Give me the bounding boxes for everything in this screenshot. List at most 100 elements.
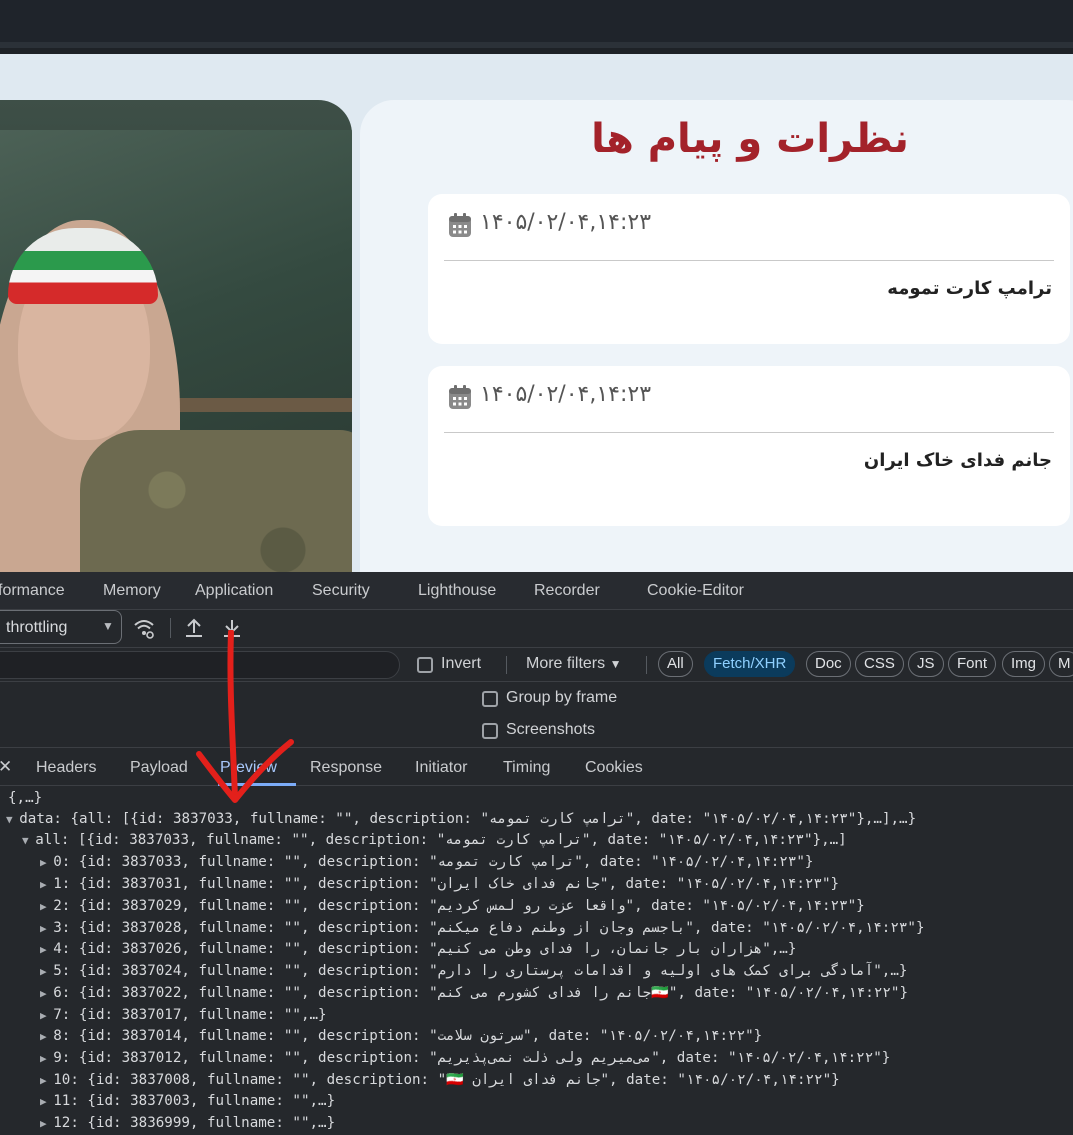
tab-headers[interactable]: Headers xyxy=(36,759,96,777)
json-text: 11: {id: 3837003, fullname: "",…} xyxy=(53,1093,336,1109)
more-filters-label: More filters xyxy=(526,655,606,672)
expand-toggle-icon: ▶ xyxy=(40,1009,54,1022)
tab-performance[interactable]: formance xyxy=(0,582,65,600)
tab-recorder[interactable]: Recorder xyxy=(534,582,600,600)
throttling-label: throttling xyxy=(6,619,68,636)
filter-chip-all[interactable]: All xyxy=(658,651,693,677)
json-node[interactable]: ▶ 12: {id: 3836999, fullname: "",…} xyxy=(40,1115,335,1135)
filter-chip-img[interactable]: Img xyxy=(1002,651,1046,677)
json-text: 10: {id: 3837008, fullname: "", descript… xyxy=(53,1072,840,1088)
expand-toggle-icon: ▼ xyxy=(6,813,20,826)
tab-cookies[interactable]: Cookies xyxy=(585,759,643,777)
browser-top-bar xyxy=(0,0,1073,48)
json-text: 5: {id: 3837024, fullname: "", descripti… xyxy=(53,963,908,979)
tab-cookie-editor[interactable]: Cookie-Editor xyxy=(647,582,744,600)
filter-chip-css[interactable]: CSS xyxy=(855,651,904,677)
json-root-line[interactable]: {,…} xyxy=(8,790,42,811)
json-text: 6: {id: 3837022, fullname: "", descripti… xyxy=(53,985,909,1001)
message-text: جانم فدای خاک ایران xyxy=(863,450,1052,471)
divider xyxy=(444,432,1054,433)
throttling-select[interactable]: throttling ▼ xyxy=(0,610,122,644)
devtools-panel: formance Memory Application Security Lig… xyxy=(0,572,1073,1135)
json-node[interactable]: ▶ 3: {id: 3837028, fullname: "", descrip… xyxy=(40,920,925,941)
group-by-frame-label: Group by frame xyxy=(506,689,618,706)
json-text: 3: {id: 3837028, fullname: "", descripti… xyxy=(53,920,925,936)
json-node[interactable]: ▼ all: [{id: 3837033, fullname: "", desc… xyxy=(22,832,847,853)
group-by-frame-checkbox[interactable] xyxy=(482,691,498,707)
screenshots-checkbox[interactable] xyxy=(482,723,498,739)
expand-toggle-icon: ▶ xyxy=(40,856,54,869)
json-node[interactable]: ▶ 2: {id: 3837029, fullname: "", descrip… xyxy=(40,898,865,919)
calendar-icon xyxy=(449,213,471,237)
tab-memory[interactable]: Memory xyxy=(103,582,161,600)
tab-initiator[interactable]: Initiator xyxy=(415,759,467,777)
filter-chip-js[interactable]: JS xyxy=(908,651,944,677)
close-icon[interactable]: ✕ xyxy=(0,757,12,777)
toolbar-divider xyxy=(170,618,171,638)
json-node[interactable]: ▶ 11: {id: 3837003, fullname: "",…} xyxy=(40,1093,335,1114)
page-title: نظرات و پیام ها xyxy=(591,116,909,162)
tab-security[interactable]: Security xyxy=(312,582,370,600)
json-node[interactable]: ▶ 9: {id: 3837012, fullname: "", descrip… xyxy=(40,1050,890,1071)
json-text: 4: {id: 3837026, fullname: "", descripti… xyxy=(53,941,797,957)
dropdown-caret-icon: ▼ xyxy=(102,619,114,633)
divider xyxy=(646,656,647,674)
screenshots-label: Screenshots xyxy=(506,721,595,738)
invert-checkbox[interactable] xyxy=(417,657,433,673)
json-text: 8: {id: 3837014, fullname: "", descripti… xyxy=(53,1028,763,1044)
json-node[interactable]: ▶ 6: {id: 3837022, fullname: "", descrip… xyxy=(40,985,908,1006)
expand-toggle-icon: ▶ xyxy=(40,1030,54,1043)
wifi-settings-icon[interactable] xyxy=(132,616,156,640)
network-options: Group by frame Screenshots xyxy=(0,682,1073,748)
expand-toggle-icon: ▶ xyxy=(40,922,54,935)
message-date: ۱۴۰۵/۰۲/۰۴,۱۴:۲۳ xyxy=(480,382,652,407)
json-node[interactable]: ▼ data: {all: [{id: 3837033, fullname: "… xyxy=(6,811,916,832)
request-detail-tabs: ✕ Headers Payload Preview Response Initi… xyxy=(0,748,1073,786)
expand-toggle-icon: ▶ xyxy=(40,1117,54,1130)
json-preview: {,…} ▼ data: {all: [{id: 3837033, fullna… xyxy=(0,790,1073,1135)
expand-toggle-icon: ▶ xyxy=(40,1052,54,1065)
json-node[interactable]: ▶ 1: {id: 3837031, fullname: "", descrip… xyxy=(40,876,839,897)
filter-chip-more[interactable]: M xyxy=(1049,651,1073,677)
more-filters-button[interactable]: More filters ▼ xyxy=(526,655,621,673)
tab-lighthouse[interactable]: Lighthouse xyxy=(418,582,496,600)
invert-label: Invert xyxy=(441,655,482,672)
expand-toggle-icon: ▶ xyxy=(40,900,54,913)
calendar-icon xyxy=(449,385,471,409)
json-text: 7: {id: 3837017, fullname: "",…} xyxy=(53,1007,327,1023)
json-text: 0: {id: 3837033, fullname: "", descripti… xyxy=(53,854,814,870)
divider xyxy=(444,260,1054,261)
message-card: ۱۴۰۵/۰۲/۰۴,۱۴:۲۳ جانم فدای خاک ایران xyxy=(428,366,1070,526)
json-text: 1: {id: 3837031, fullname: "", descripti… xyxy=(53,876,840,892)
expand-toggle-icon: ▶ xyxy=(40,1095,54,1108)
json-node[interactable]: ▶ 5: {id: 3837024, fullname: "", descrip… xyxy=(40,963,907,984)
tab-payload[interactable]: Payload xyxy=(130,759,188,777)
json-node[interactable]: ▶ 7: {id: 3837017, fullname: "",…} xyxy=(40,1007,327,1028)
tab-application[interactable]: Application xyxy=(195,582,273,600)
filter-chip-fetch-xhr[interactable]: Fetch/XHR xyxy=(704,651,796,677)
divider xyxy=(506,656,507,674)
filter-chip-font[interactable]: Font xyxy=(948,651,997,677)
json-text: 2: {id: 3837029, fullname: "", descripti… xyxy=(53,898,865,914)
filter-chip-doc[interactable]: Doc xyxy=(806,651,851,677)
tab-response[interactable]: Response xyxy=(310,759,382,777)
hero-photo xyxy=(0,100,352,572)
dropdown-caret-icon: ▼ xyxy=(609,657,622,671)
json-node[interactable]: ▶ 0: {id: 3837033, fullname: "", descrip… xyxy=(40,854,813,875)
message-text: ترامپ کارت تمومه xyxy=(887,278,1052,299)
network-toolbar: throttling ▼ xyxy=(0,610,1073,648)
expand-toggle-icon: ▶ xyxy=(40,878,54,891)
expand-toggle-icon: ▼ xyxy=(22,834,36,847)
tab-timing[interactable]: Timing xyxy=(503,759,550,777)
message-card: ۱۴۰۵/۰۲/۰۴,۱۴:۲۳ ترامپ کارت تمومه xyxy=(428,194,1070,344)
devtools-tab-bar: formance Memory Application Security Lig… xyxy=(0,572,1073,610)
json-node[interactable]: ▶ 4: {id: 3837026, fullname: "", descrip… xyxy=(40,941,796,962)
json-text: data: {all: [{id: 3837033, fullname: "",… xyxy=(19,811,917,827)
json-text: 9: {id: 3837012, fullname: "", descripti… xyxy=(53,1050,891,1066)
json-node[interactable]: ▶ 10: {id: 3837008, fullname: "", descri… xyxy=(40,1072,840,1093)
expand-toggle-icon: ▶ xyxy=(40,943,54,956)
annotation-arrow-icon xyxy=(196,630,294,803)
json-node[interactable]: ▶ 8: {id: 3837014, fullname: "", descrip… xyxy=(40,1028,762,1049)
expand-toggle-icon: ▶ xyxy=(40,965,54,978)
message-date: ۱۴۰۵/۰۲/۰۴,۱۴:۲۳ xyxy=(480,210,652,235)
